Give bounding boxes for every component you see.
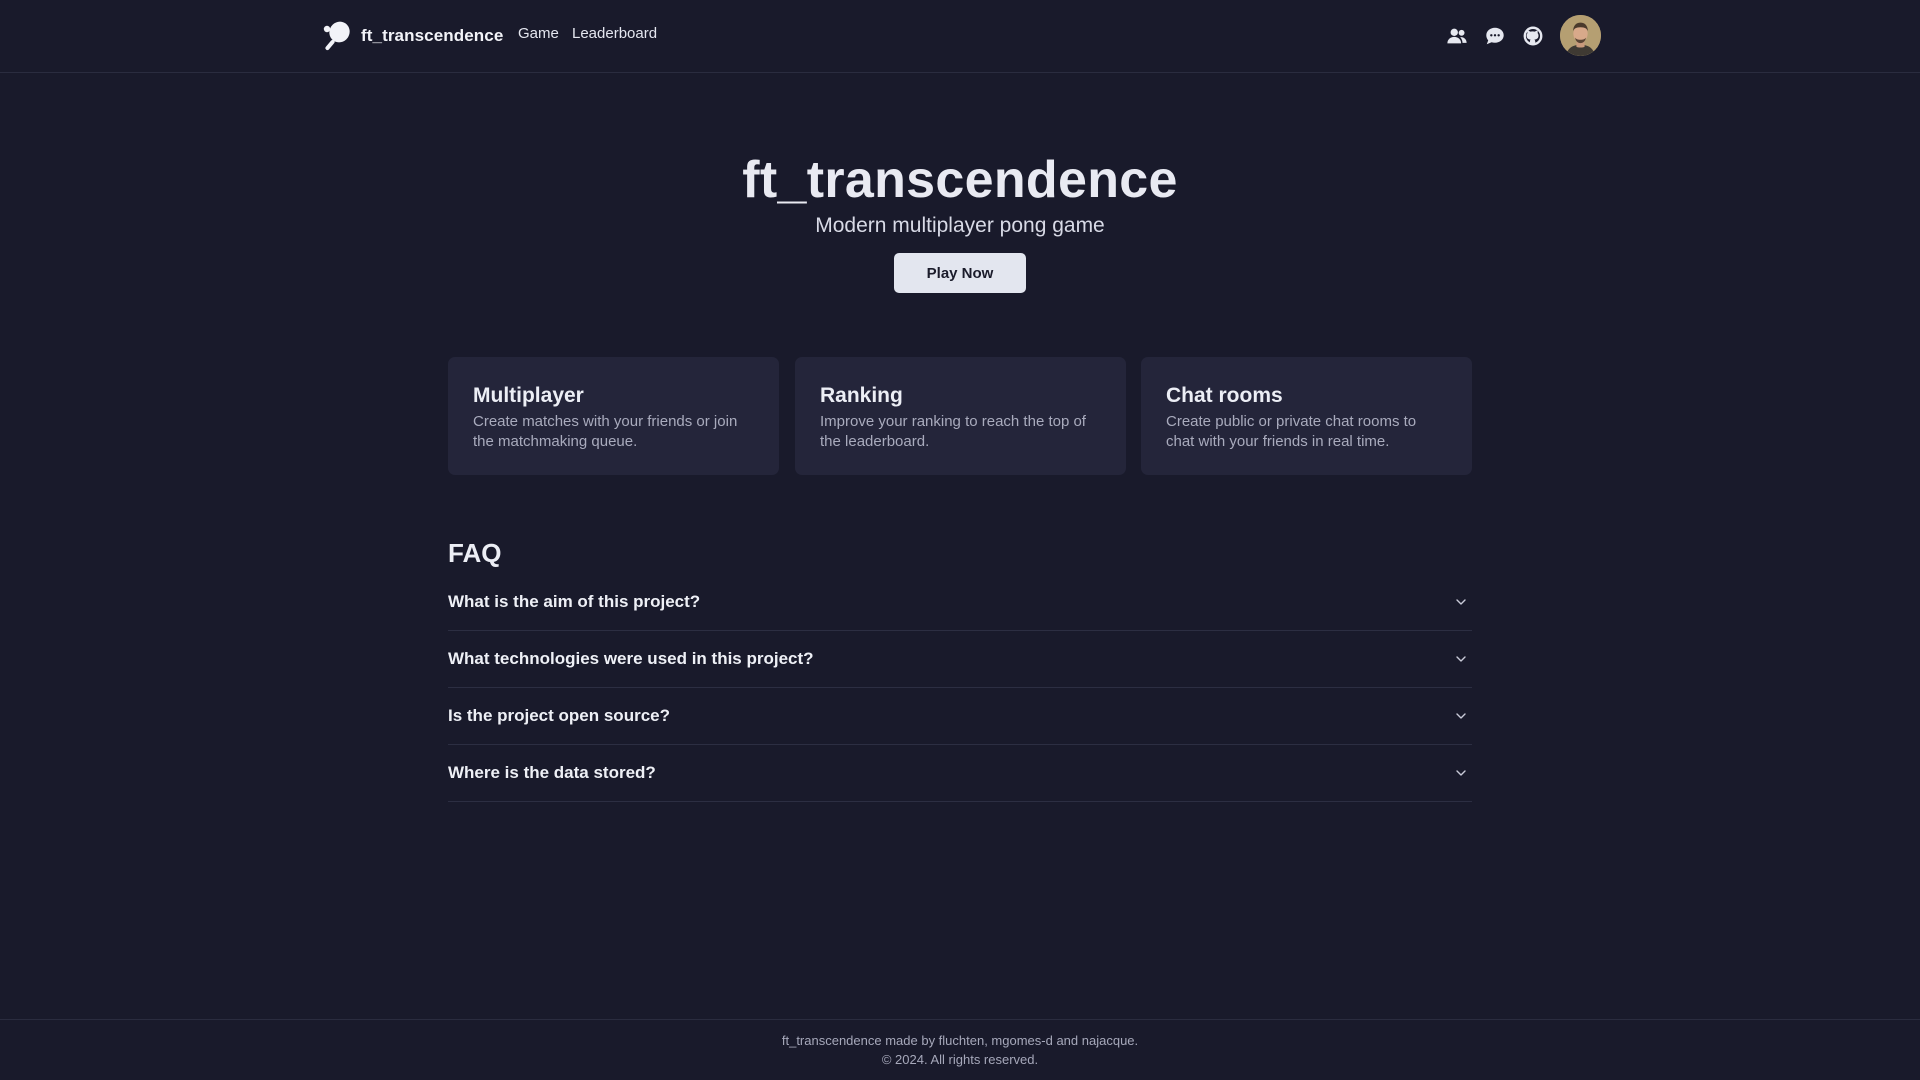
- hero-subtitle: Modern multiplayer pong game: [815, 214, 1105, 237]
- chat-bubble-icon[interactable]: [1484, 25, 1506, 47]
- friends-icon[interactable]: [1446, 25, 1468, 47]
- user-avatar[interactable]: [1560, 15, 1601, 56]
- feature-card-description: Create public or private chat rooms to c…: [1166, 413, 1417, 450]
- faq-question: What technologies were used in this proj…: [448, 649, 814, 668]
- play-now-button[interactable]: Play Now: [894, 253, 1026, 293]
- feature-card-multiplayer: Multiplayer Create matches with your fri…: [448, 357, 779, 475]
- faq-question: What is the aim of this project?: [448, 592, 701, 611]
- feature-card-title: Chat rooms: [1166, 384, 1283, 407]
- chevron-down-icon: [1456, 656, 1466, 662]
- faq-item-data-storage[interactable]: Where is the data stored?: [448, 745, 1472, 802]
- feature-card-ranking: Ranking Improve your ranking to reach th…: [795, 357, 1126, 475]
- brand-home-link[interactable]: ft_transcendence: [320, 20, 503, 52]
- github-icon[interactable]: [1522, 25, 1544, 47]
- faq-question: Is the project open source?: [448, 706, 670, 725]
- faq-item-aim[interactable]: What is the aim of this project?: [448, 574, 1472, 631]
- top-navigation-bar: ft_transcendence Game Leaderboard: [0, 0, 1920, 73]
- chevron-down-icon: [1456, 770, 1466, 776]
- nav-link-game[interactable]: Game: [518, 25, 559, 42]
- faq-item-open-source[interactable]: Is the project open source?: [448, 688, 1472, 745]
- footer-copyright: © 2024. All rights reserved.: [881, 1052, 1039, 1067]
- feature-card-chat-rooms: Chat rooms Create public or private chat…: [1141, 357, 1472, 475]
- feature-card-description: Create matches with your friends or join…: [473, 413, 738, 450]
- feature-card-title: Ranking: [820, 384, 903, 407]
- faq-heading: FAQ: [448, 538, 502, 568]
- nav-link-leaderboard[interactable]: Leaderboard: [572, 25, 657, 42]
- chevron-down-icon: [1456, 713, 1466, 719]
- feature-card-description: Improve your ranking to reach the top of…: [820, 413, 1086, 450]
- ping-pong-paddle-icon: [320, 20, 352, 52]
- brand-name: ft_transcendence: [361, 26, 504, 45]
- footer: ft_transcendence made by fluchten, mgome…: [0, 1019, 1920, 1080]
- chevron-down-icon: [1456, 599, 1466, 605]
- footer-credits: ft_transcendence made by fluchten, mgome…: [781, 1033, 1139, 1048]
- hero-title: ft_transcendence: [742, 151, 1178, 209]
- faq-question: Where is the data stored?: [448, 763, 656, 782]
- faq-accordion: What is the aim of this project? What te…: [448, 574, 1472, 802]
- feature-card-title: Multiplayer: [473, 384, 584, 407]
- faq-item-technologies[interactable]: What technologies were used in this proj…: [448, 631, 1472, 688]
